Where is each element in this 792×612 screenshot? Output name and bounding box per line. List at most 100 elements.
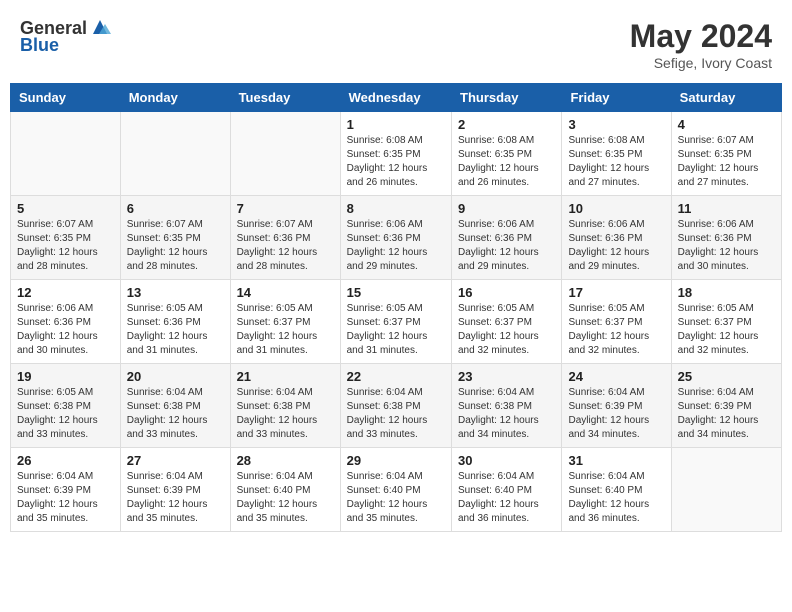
day-info: Sunrise: 6:04 AMSunset: 6:38 PMDaylight:… [458,386,555,442]
calendar-day-cell: 8 Sunrise: 6:06 AMSunset: 6:36 PMDaylight… [340,196,451,280]
day-info: Sunrise: 6:04 AMSunset: 6:40 PMDaylight:… [347,470,445,526]
col-header-tuesday: Tuesday [230,84,340,112]
day-info: Sunrise: 6:04 AMSunset: 6:38 PMDaylight:… [127,386,224,442]
day-info: Sunrise: 6:04 AMSunset: 6:40 PMDaylight:… [568,470,664,526]
day-number: 17 [568,285,664,300]
day-number: 8 [347,201,445,216]
calendar-day-cell: 21 Sunrise: 6:04 AMSunset: 6:38 PMDayligh… [230,364,340,448]
calendar-day-cell: 23 Sunrise: 6:04 AMSunset: 6:38 PMDayligh… [452,364,562,448]
day-number: 3 [568,117,664,132]
day-info: Sunrise: 6:08 AMSunset: 6:35 PMDaylight:… [347,134,445,190]
day-number: 28 [237,453,334,468]
day-info: Sunrise: 6:08 AMSunset: 6:35 PMDaylight:… [458,134,555,190]
calendar-day-cell: 31 Sunrise: 6:04 AMSunset: 6:40 PMDayligh… [562,448,671,532]
day-info: Sunrise: 6:06 AMSunset: 6:36 PMDaylight:… [678,218,775,274]
calendar-day-cell: 12 Sunrise: 6:06 AMSunset: 6:36 PMDayligh… [11,280,121,364]
calendar-day-cell: 9Sunrise: 6:06 AMSunset: 6:36 PMDaylight… [452,196,562,280]
calendar-day-cell: 4Sunrise: 6:07 AMSunset: 6:35 PMDaylight… [671,112,781,196]
calendar-day-cell: 17 Sunrise: 6:05 AMSunset: 6:37 PMDayligh… [562,280,671,364]
day-info: Sunrise: 6:08 AMSunset: 6:35 PMDaylight:… [568,134,664,190]
day-number: 22 [347,369,445,384]
day-info: Sunrise: 6:07 AMSunset: 6:35 PMDaylight:… [17,218,114,274]
day-number: 27 [127,453,224,468]
empty-cell [230,112,340,196]
day-info: Sunrise: 6:04 AMSunset: 6:40 PMDaylight:… [237,470,334,526]
day-info: Sunrise: 6:06 AMSunset: 6:36 PMDaylight:… [568,218,664,274]
calendar-day-cell: 20 Sunrise: 6:04 AMSunset: 6:38 PMDayligh… [120,364,230,448]
day-info: Sunrise: 6:07 AMSunset: 6:35 PMDaylight:… [678,134,775,190]
calendar-day-cell: 14Sunrise: 6:05 AMSunset: 6:37 PMDayligh… [230,280,340,364]
calendar-day-cell: 25Sunrise: 6:04 AMSunset: 6:39 PMDayligh… [671,364,781,448]
day-number: 18 [678,285,775,300]
calendar-day-cell: 19 Sunrise: 6:05 AMSunset: 6:38 PMDayligh… [11,364,121,448]
day-number: 26 [17,453,114,468]
col-header-thursday: Thursday [452,84,562,112]
month-year-title: May 2024 [630,18,772,55]
day-info: Sunrise: 6:04 AMSunset: 6:39 PMDaylight:… [127,470,224,526]
calendar-day-cell: 3 Sunrise: 6:08 AMSunset: 6:35 PMDaylight… [562,112,671,196]
day-number: 31 [568,453,664,468]
col-header-monday: Monday [120,84,230,112]
page-header: General Blue May 2024 Sefige, Ivory Coas… [10,10,782,83]
day-number: 16 [458,285,555,300]
day-number: 14 [237,285,334,300]
calendar-day-cell: 15 Sunrise: 6:05 AMSunset: 6:37 PMDayligh… [340,280,451,364]
day-number: 9 [458,201,555,216]
logo-icon [89,16,111,38]
day-number: 12 [17,285,114,300]
calendar-week-row: 26 Sunrise: 6:04 AMSunset: 6:39 PMDayligh… [11,448,782,532]
day-number: 29 [347,453,445,468]
calendar-day-cell: 24 Sunrise: 6:04 AMSunset: 6:39 PMDayligh… [562,364,671,448]
day-number: 7 [237,201,334,216]
day-info: Sunrise: 6:05 AMSunset: 6:37 PMDaylight:… [678,302,775,358]
day-number: 20 [127,369,224,384]
calendar-day-cell: 1 Sunrise: 6:08 AMSunset: 6:35 PMDaylight… [340,112,451,196]
col-header-saturday: Saturday [671,84,781,112]
day-number: 24 [568,369,664,384]
empty-cell [120,112,230,196]
day-number: 6 [127,201,224,216]
calendar-day-cell: 22 Sunrise: 6:04 AMSunset: 6:38 PMDayligh… [340,364,451,448]
day-info: Sunrise: 6:05 AMSunset: 6:37 PMDaylight:… [458,302,555,358]
calendar-day-cell: 11Sunrise: 6:06 AMSunset: 6:36 PMDayligh… [671,196,781,280]
day-info: Sunrise: 6:04 AMSunset: 6:39 PMDaylight:… [678,386,775,442]
day-number: 23 [458,369,555,384]
day-info: Sunrise: 6:06 AMSunset: 6:36 PMDaylight:… [347,218,445,274]
calendar-day-cell: 16 Sunrise: 6:05 AMSunset: 6:37 PMDayligh… [452,280,562,364]
day-info: Sunrise: 6:04 AMSunset: 6:39 PMDaylight:… [568,386,664,442]
day-number: 19 [17,369,114,384]
title-section: May 2024 Sefige, Ivory Coast [630,18,772,71]
day-number: 30 [458,453,555,468]
calendar-day-cell: 27 Sunrise: 6:04 AMSunset: 6:39 PMDayligh… [120,448,230,532]
calendar-week-row: 12 Sunrise: 6:06 AMSunset: 6:36 PMDayligh… [11,280,782,364]
col-header-sunday: Sunday [11,84,121,112]
day-info: Sunrise: 6:05 AMSunset: 6:38 PMDaylight:… [17,386,114,442]
calendar-week-row: 5 Sunrise: 6:07 AMSunset: 6:35 PMDaylight… [11,196,782,280]
logo-blue-text: Blue [20,35,59,56]
day-number: 1 [347,117,445,132]
calendar-week-row: 19 Sunrise: 6:05 AMSunset: 6:38 PMDayligh… [11,364,782,448]
calendar-day-cell: 10 Sunrise: 6:06 AMSunset: 6:36 PMDayligh… [562,196,671,280]
calendar-day-cell: 6Sunrise: 6:07 AMSunset: 6:35 PMDaylight… [120,196,230,280]
day-info: Sunrise: 6:04 AMSunset: 6:38 PMDaylight:… [347,386,445,442]
day-number: 13 [127,285,224,300]
day-number: 10 [568,201,664,216]
calendar-table: SundayMondayTuesdayWednesdayThursdayFrid… [10,83,782,532]
day-number: 21 [237,369,334,384]
calendar-day-cell: 13 Sunrise: 6:05 AMSunset: 6:36 PMDayligh… [120,280,230,364]
day-info: Sunrise: 6:05 AMSunset: 6:37 PMDaylight:… [347,302,445,358]
day-info: Sunrise: 6:05 AMSunset: 6:37 PMDaylight:… [568,302,664,358]
calendar-day-cell: 7Sunrise: 6:07 AMSunset: 6:36 PMDaylight… [230,196,340,280]
day-info: Sunrise: 6:04 AMSunset: 6:39 PMDaylight:… [17,470,114,526]
day-info: Sunrise: 6:06 AMSunset: 6:36 PMDaylight:… [17,302,114,358]
day-info: Sunrise: 6:04 AMSunset: 6:40 PMDaylight:… [458,470,555,526]
day-info: Sunrise: 6:05 AMSunset: 6:36 PMDaylight:… [127,302,224,358]
empty-cell [11,112,121,196]
day-number: 15 [347,285,445,300]
calendar-day-cell: 28 Sunrise: 6:04 AMSunset: 6:40 PMDayligh… [230,448,340,532]
day-info: Sunrise: 6:04 AMSunset: 6:38 PMDaylight:… [237,386,334,442]
day-number: 5 [17,201,114,216]
calendar-week-row: 1 Sunrise: 6:08 AMSunset: 6:35 PMDaylight… [11,112,782,196]
calendar-day-cell: 26 Sunrise: 6:04 AMSunset: 6:39 PMDayligh… [11,448,121,532]
col-header-wednesday: Wednesday [340,84,451,112]
